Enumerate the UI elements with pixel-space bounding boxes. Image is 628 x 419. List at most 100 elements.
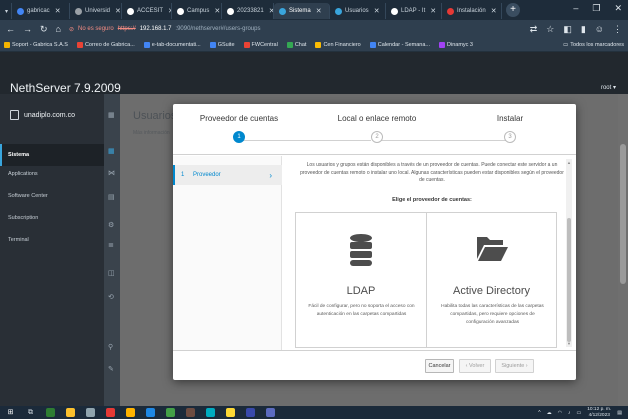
browser-tab[interactable]: Usuarios ✕ — [330, 3, 386, 19]
browser-tab[interactable]: Universid ✕ — [70, 3, 122, 19]
browser-tab[interactable]: gabricac ✕ — [12, 3, 70, 19]
bookmark-item[interactable]: Soport - Gabrica S.A.S — [4, 41, 68, 48]
tab-close-icon[interactable]: ✕ — [115, 7, 121, 15]
calculator-icon[interactable] — [86, 408, 95, 417]
services-icon[interactable]: ⚙ — [108, 222, 116, 230]
not-secure-warning-icon[interactable]: ⊘ — [69, 26, 74, 33]
browser-menu-dots-icon[interactable]: ⋮ — [613, 24, 622, 35]
provider-card-ldap[interactable]: LDAP Fácil de configurar, pero no soport… — [296, 213, 426, 347]
browser-tab[interactable]: LDAP - It ✕ — [386, 3, 442, 19]
bookmark-item[interactable]: e-tab-documentati... — [143, 41, 201, 48]
profile-icon[interactable]: ☺ — [595, 24, 604, 35]
tools-icon[interactable]: ✎ — [108, 366, 116, 374]
windows-start-icon[interactable]: ⊞ — [6, 408, 15, 417]
close-window-icon[interactable]: ✕ — [614, 3, 622, 14]
paint-app-icon[interactable] — [126, 408, 135, 417]
certificates-icon[interactable]: ◫ — [108, 270, 116, 278]
wizard-step-1[interactable]: Proveedor de cuentas 1 — [187, 114, 291, 143]
excel-icon[interactable] — [166, 408, 175, 417]
browser-tab[interactable]: Instalación ✕ — [442, 3, 502, 19]
bookmark-item[interactable]: GSuite — [209, 41, 235, 48]
page-scrollbar[interactable] — [618, 94, 628, 406]
page-subtitle[interactable]: Más información — [133, 130, 170, 136]
back-arrow-icon[interactable]: ← — [6, 24, 15, 34]
next-button[interactable]: Siguiente › — [495, 359, 534, 373]
user-menu[interactable]: root ▾ — [601, 84, 616, 91]
bookmark-item[interactable]: Cen Financiero — [315, 41, 361, 48]
browser-menu-icon[interactable]: ▾ — [0, 3, 12, 19]
browser-tab[interactable]: 20233821 ✕ — [222, 3, 274, 19]
app-icon[interactable] — [186, 408, 195, 417]
storage-icon[interactable]: ▤ — [108, 194, 116, 202]
wifi-icon[interactable]: ◠ — [558, 410, 562, 416]
store-icon[interactable] — [146, 408, 155, 417]
security-app-icon[interactable] — [106, 408, 115, 417]
notifications-icon[interactable]: ▤ — [617, 410, 622, 416]
terminal-app-icon[interactable] — [266, 408, 275, 417]
notes-app-icon[interactable] — [226, 408, 235, 417]
new-tab-button[interactable]: + — [506, 3, 520, 17]
translate-icon[interactable]: ⇄ — [530, 24, 538, 35]
forward-arrow-icon[interactable]: → — [23, 24, 32, 34]
bookmark-item[interactable]: FWCentral — [243, 41, 278, 48]
search-icon[interactable]: ⚲ — [108, 344, 116, 352]
sidebar-item-applications[interactable]: Applications — [0, 163, 120, 185]
tab-close-icon[interactable]: ✕ — [430, 7, 436, 15]
cancel-button[interactable]: Cancelar — [425, 359, 454, 373]
wizard-scroll-thumb[interactable] — [567, 218, 571, 342]
scroll-up-icon[interactable]: ▲ — [566, 160, 572, 165]
cloud-icon[interactable]: ☁ — [547, 410, 552, 416]
scroll-down-icon[interactable]: ▼ — [566, 341, 572, 346]
browser-tab[interactable]: ACCESIT ✕ — [122, 3, 172, 19]
bookmark-favicon-icon — [76, 41, 83, 48]
wizard-step-3[interactable]: Instalar 3 — [475, 114, 545, 143]
sidebar-item-software-center[interactable]: Software Center — [0, 185, 120, 207]
all-bookmarks-button[interactable]: ▭ Todos los marcadores — [563, 42, 624, 48]
tab-close-icon[interactable]: ✕ — [316, 7, 322, 15]
chat-app-icon[interactable] — [46, 408, 55, 417]
wizard-step-2[interactable]: Local o enlace remoto 2 — [321, 114, 433, 143]
reload-icon[interactable]: ↻ — [40, 24, 48, 35]
backup-icon[interactable]: ⟲ — [108, 294, 116, 302]
dashboard-icon[interactable]: ▦ — [108, 112, 116, 120]
bookmark-item[interactable]: Chat — [286, 41, 306, 48]
tab-close-icon[interactable]: ✕ — [55, 7, 61, 15]
not-secure-label[interactable]: No es seguro — [78, 26, 114, 32]
sidebar-item-terminal[interactable]: Terminal — [0, 229, 120, 251]
bookmark-star-icon[interactable]: ☆ — [546, 24, 554, 35]
page-title: Usuarios — [133, 110, 177, 122]
bookmark-item[interactable]: Calendar - Semana... — [369, 41, 430, 48]
network-icon[interactable]: ⋈ — [108, 170, 116, 178]
file-explorer-icon[interactable] — [66, 408, 75, 417]
logs-icon[interactable]: ≣ — [108, 242, 116, 250]
url-field[interactable]: ⊘ No es seguro https:// 192.168.1.7 :909… — [69, 26, 522, 33]
back-button[interactable]: ‹ Volver — [459, 359, 491, 373]
home-icon[interactable]: ⌂ — [56, 24, 61, 34]
tab-label: ACCESIT — [137, 8, 164, 14]
tab-close-icon[interactable]: ✕ — [491, 7, 497, 15]
tab-close-icon[interactable]: ✕ — [374, 7, 380, 15]
substep-proveedor[interactable]: 1 Proveedor › — [173, 165, 282, 185]
bookmark-item[interactable]: Correo de Gabrica... — [76, 41, 135, 48]
battery-icon[interactable]: ▭ — [577, 410, 582, 416]
tray-chevron-icon[interactable]: ^ — [538, 410, 540, 416]
users-icon[interactable]: ▦ — [108, 148, 116, 156]
task-view-icon[interactable]: ⧉ — [26, 408, 35, 417]
sidepanel-icon[interactable]: ▮ — [581, 24, 586, 35]
domain-selector[interactable]: unadiplo.com.co — [10, 110, 75, 120]
browser-tab[interactable]: Campus ✕ — [172, 3, 222, 19]
volume-icon[interactable]: ♪ — [568, 410, 571, 416]
extensions-icon[interactable]: ◧ — [563, 24, 572, 35]
tab-favicon-icon — [75, 7, 82, 15]
taskbar-clock[interactable]: 10:12 p. m. 4/12/2023 — [587, 407, 611, 418]
minimize-icon[interactable]: – — [573, 3, 578, 14]
page-scroll-thumb[interactable] — [620, 144, 626, 284]
browser-tab-active[interactable]: Sistema ✕ — [274, 3, 330, 19]
tab-close-icon[interactable]: ✕ — [214, 7, 220, 15]
provider-card-active-directory[interactable]: Active Directory Habilita todas las cara… — [426, 213, 556, 347]
maximize-icon[interactable]: ❐ — [592, 3, 600, 14]
sidebar-item-subscription[interactable]: Subscription — [0, 207, 120, 229]
network-app-icon[interactable] — [206, 408, 215, 417]
bookmark-item[interactable]: Dinamyc 3 — [439, 41, 473, 48]
vm-app-icon[interactable] — [246, 408, 255, 417]
